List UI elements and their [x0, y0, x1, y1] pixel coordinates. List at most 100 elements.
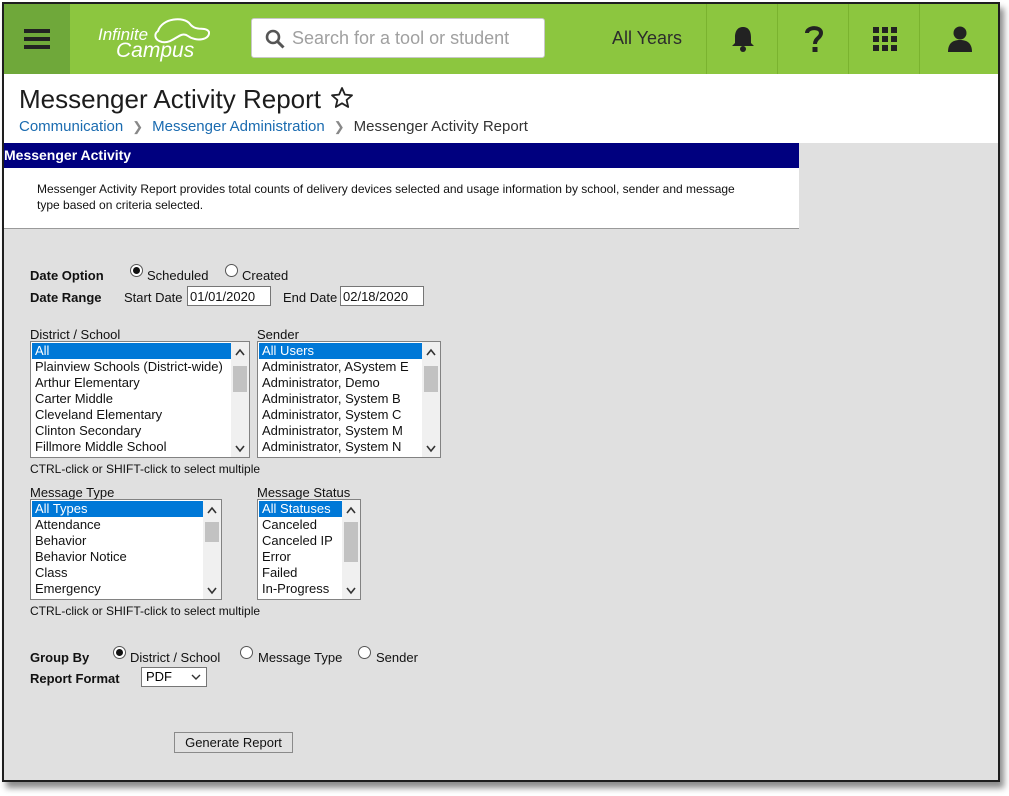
list-item[interactable]: Carter Middle	[32, 391, 231, 407]
scrollbar-thumb[interactable]	[424, 366, 438, 392]
list-item[interactable]: All Types	[32, 501, 203, 517]
date-range-label: Date Range	[30, 290, 102, 305]
breadcrumb: Communication ❯ Messenger Administration ❯ M…	[19, 118, 528, 135]
list-item[interactable]: Behavior	[32, 533, 203, 549]
group-by-district-school-radio[interactable]	[113, 646, 126, 659]
scrollbar-thumb[interactable]	[233, 366, 247, 392]
chevron-down-icon	[191, 674, 201, 680]
list-item[interactable]: Canceled IP	[259, 533, 342, 549]
list-item[interactable]: Failed	[259, 565, 342, 581]
group-by-sender-radio[interactable]	[358, 646, 371, 659]
list-item[interactable]: Administrator, ASystem E	[259, 359, 422, 375]
scroll-up-arrow-icon[interactable]	[235, 348, 245, 356]
message-type-listbox[interactable]: All Types Attendance Behavior Behavior N…	[30, 499, 222, 600]
breadcrumb-link-messenger-administration[interactable]: Messenger Administration	[152, 118, 325, 135]
report-format-select[interactable]: PDF	[141, 667, 207, 687]
scrollbar[interactable]	[231, 342, 249, 457]
message-type-label: Message Type	[30, 485, 115, 500]
app-window: Infinite Campus All Years	[2, 2, 1000, 782]
list-item[interactable]: Error	[259, 549, 342, 565]
sender-listbox[interactable]: All Users Administrator, ASystem E Admin…	[257, 341, 441, 458]
list-item[interactable]: Cleveland Elementary	[32, 407, 231, 423]
list-item[interactable]: Administrator, System C	[259, 407, 422, 423]
help-icon	[804, 26, 823, 52]
user-icon	[947, 26, 972, 52]
group-by-message-type-label: Message Type	[258, 650, 343, 665]
generate-report-button[interactable]: Generate Report	[174, 732, 293, 753]
list-item[interactable]: All Users	[259, 343, 422, 359]
list-item[interactable]: All	[32, 343, 231, 359]
list-item[interactable]: Canceled	[259, 517, 342, 533]
message-status-label: Message Status	[257, 485, 351, 500]
list-item[interactable]: Administrator, Demo	[259, 375, 422, 391]
year-selector[interactable]: All Years	[612, 28, 682, 49]
favorite-star-icon[interactable]	[330, 86, 354, 110]
multi-select-hint: CTRL-click or SHIFT-click to select mult…	[30, 462, 261, 476]
date-option-scheduled-radio[interactable]	[130, 264, 143, 277]
start-date-label: Start Date	[124, 290, 183, 305]
end-date-label: End Date	[283, 290, 338, 305]
list-item[interactable]: Attendance	[32, 517, 203, 533]
list-item[interactable]: Emergency	[32, 581, 203, 597]
group-by-label: Group By	[30, 650, 90, 665]
sender-label: Sender	[257, 327, 299, 342]
notifications-button[interactable]	[706, 4, 778, 74]
group-by-district-school-label: District / School	[130, 650, 221, 665]
menu-icon	[24, 29, 50, 49]
scrollbar-thumb[interactable]	[205, 522, 219, 542]
breadcrumb-current: Messenger Activity Report	[353, 118, 528, 135]
bell-icon	[731, 27, 754, 52]
scroll-down-arrow-icon[interactable]	[207, 587, 217, 595]
list-item[interactable]: Clinton Secondary	[32, 423, 231, 439]
scrollbar-thumb[interactable]	[344, 522, 358, 562]
list-item[interactable]: Administrator, System B	[259, 391, 422, 407]
list-item[interactable]: In-Progress	[259, 581, 342, 597]
apps-button[interactable]	[848, 4, 920, 74]
scroll-down-arrow-icon[interactable]	[346, 587, 356, 595]
scrollbar[interactable]	[203, 500, 221, 599]
list-item[interactable]: Fillmore Middle School	[32, 439, 231, 455]
menu-button[interactable]	[4, 4, 70, 74]
breadcrumb-link-communication[interactable]: Communication	[19, 118, 123, 135]
message-status-listbox[interactable]: All Statuses Canceled Canceled IP Error …	[257, 499, 361, 600]
list-item[interactable]: Administrator, System M	[259, 423, 422, 439]
date-option-scheduled-label: Scheduled	[147, 268, 209, 283]
date-option-created-radio[interactable]	[225, 264, 238, 277]
scroll-up-arrow-icon[interactable]	[346, 506, 356, 514]
list-item[interactable]: Arthur Elementary	[32, 375, 231, 391]
start-date-input[interactable]	[187, 286, 271, 306]
date-option-label: Date Option	[30, 268, 104, 283]
scroll-up-arrow-icon[interactable]	[426, 348, 436, 356]
scroll-down-arrow-icon[interactable]	[235, 445, 245, 453]
infinite-campus-logo[interactable]: Infinite Campus	[92, 14, 212, 64]
group-by-message-type-radio[interactable]	[240, 646, 253, 659]
chevron-right-icon: ❯	[333, 119, 345, 134]
list-item[interactable]: Behavior Notice	[32, 549, 203, 565]
search-box[interactable]	[251, 18, 545, 58]
list-item[interactable]: Administrator, System N	[259, 439, 422, 455]
scrollbar[interactable]	[422, 342, 440, 457]
list-item[interactable]: Plainview Schools (District-wide)	[32, 359, 231, 375]
search-input[interactable]	[292, 26, 532, 50]
district-school-listbox[interactable]: All Plainview Schools (District-wide) Ar…	[30, 341, 250, 458]
list-item[interactable]: Class	[32, 565, 203, 581]
panel-heading: Messenger Activity	[4, 143, 799, 168]
svg-text:Campus: Campus	[116, 39, 195, 62]
multi-select-hint: CTRL-click or SHIFT-click to select mult…	[30, 604, 261, 618]
panel-heading-text: Messenger Activity	[4, 147, 132, 163]
end-date-input[interactable]	[340, 286, 424, 306]
scroll-down-arrow-icon[interactable]	[426, 445, 436, 453]
date-option-created-label: Created	[242, 268, 289, 283]
district-school-label: District / School	[30, 327, 121, 342]
list-item[interactable]: All Statuses	[259, 501, 342, 517]
user-menu-button[interactable]	[919, 4, 998, 74]
panel-description: Messenger Activity Report provides total…	[4, 168, 799, 229]
help-button[interactable]	[777, 4, 849, 74]
chevron-right-icon: ❯	[132, 119, 144, 134]
scroll-up-arrow-icon[interactable]	[207, 506, 217, 514]
search-icon	[265, 29, 285, 49]
page-title: Messenger Activity Report	[19, 84, 322, 114]
scrollbar[interactable]	[342, 500, 360, 599]
group-by-sender-label: Sender	[376, 650, 418, 665]
top-bar: Infinite Campus All Years	[4, 4, 998, 74]
